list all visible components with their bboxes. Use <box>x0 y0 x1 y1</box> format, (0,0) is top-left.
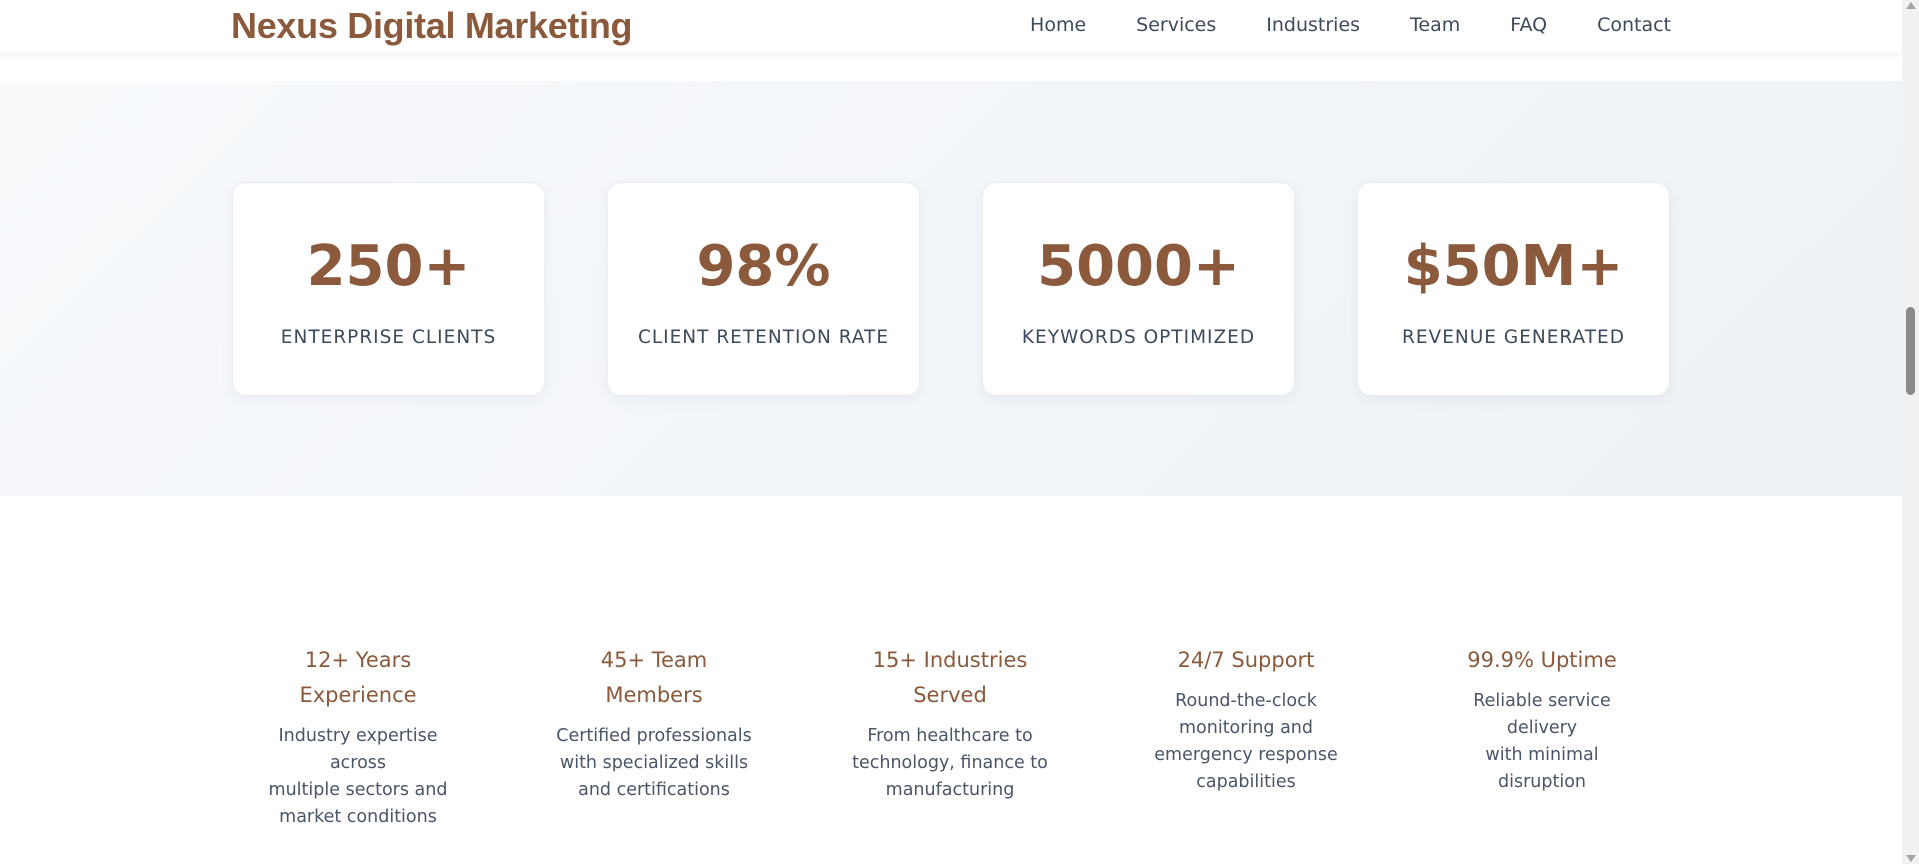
feature-title-line: Served <box>913 683 987 707</box>
feature-title: 45+ Team Members <box>554 643 754 713</box>
feature-desc-line: multiple sectors and <box>268 780 448 800</box>
nav-team[interactable]: Team <box>1410 14 1460 36</box>
feature-experience: 12+ Years Experience Industry expertise … <box>258 643 458 831</box>
feature-title: 99.9% Uptime <box>1442 643 1642 678</box>
feature-description: Round-the-clock monitoring and emergency… <box>1146 688 1346 796</box>
feature-desc-line: with specialized skills <box>559 753 749 773</box>
page: Nexus Digital Marketing Home Services In… <box>0 0 1902 864</box>
feature-description: Industry expertise across multiple secto… <box>258 723 458 831</box>
stats-section: 250+ ENTERPRISE CLIENTS 98% CLIENT RETEN… <box>0 81 1902 496</box>
feature-desc-line: with minimal disruption <box>1485 745 1599 792</box>
feature-support: 24/7 Support Round-the-clock monitoring … <box>1146 643 1346 796</box>
nav-faq[interactable]: FAQ <box>1510 14 1547 36</box>
brand-logo[interactable]: Nexus Digital Marketing <box>231 5 633 47</box>
stat-label: REVENUE GENERATED <box>1402 327 1625 348</box>
scroll-up-arrow-icon[interactable] <box>1906 2 1916 9</box>
scroll-down-arrow-icon[interactable] <box>1906 855 1916 862</box>
feature-desc-line: capabilities <box>1196 772 1296 792</box>
nav-home[interactable]: Home <box>1030 14 1086 36</box>
stat-card-keywords: 5000+ KEYWORDS OPTIMIZED <box>982 182 1295 396</box>
feature-title-line: 12+ Years <box>304 648 412 672</box>
feature-title-line: 24/7 Support <box>1177 648 1315 672</box>
feature-title-line: 45+ Team <box>600 648 708 672</box>
feature-title-line: Experience <box>299 683 417 707</box>
stat-label: CLIENT RETENTION RATE <box>637 327 890 348</box>
feature-title: 15+ Industries Served <box>850 643 1050 713</box>
stat-value: $50M+ <box>1403 234 1624 299</box>
nav-industries[interactable]: Industries <box>1266 14 1360 36</box>
scrollbar-thumb[interactable] <box>1906 307 1915 395</box>
feature-desc-line: monitoring and <box>1178 718 1314 738</box>
feature-desc-line: Certified professionals <box>556 726 752 746</box>
stat-value: 98% <box>696 234 831 299</box>
stat-value: 250+ <box>306 234 471 299</box>
feature-desc-line: Industry expertise across <box>278 726 438 773</box>
stat-label: ENTERPRISE CLIENTS <box>280 327 497 348</box>
feature-desc-line: emergency response <box>1154 745 1338 765</box>
site-header: Nexus Digital Marketing Home Services In… <box>0 0 1902 53</box>
feature-desc-line: Reliable service delivery <box>1473 691 1611 738</box>
feature-title: 24/7 Support <box>1146 643 1346 678</box>
main-nav: Home Services Industries Team FAQ Contac… <box>980 14 1671 36</box>
stat-value: 5000+ <box>1037 234 1240 299</box>
feature-title-line: Members <box>605 683 703 707</box>
stat-card-retention: 98% CLIENT RETENTION RATE <box>607 182 920 396</box>
feature-desc-line: technology, finance to <box>852 753 1048 773</box>
feature-title-line: 15+ Industries <box>872 648 1028 672</box>
feature-desc-line: market conditions <box>279 807 437 827</box>
feature-title-line: 99.9% Uptime <box>1467 648 1617 672</box>
feature-description: Certified professionals with specialized… <box>554 723 754 804</box>
feature-desc-line: and certifications <box>578 780 730 800</box>
feature-description: Reliable service delivery with minimal d… <box>1442 688 1642 796</box>
feature-title: 12+ Years Experience <box>258 643 458 713</box>
feature-uptime: 99.9% Uptime Reliable service delivery w… <box>1442 643 1642 796</box>
feature-team: 45+ Team Members Certified professionals… <box>554 643 754 804</box>
feature-desc-line: manufacturing <box>885 780 1015 800</box>
feature-description: From healthcare to technology, finance t… <box>850 723 1050 804</box>
feature-industries: 15+ Industries Served From healthcare to… <box>850 643 1050 804</box>
stat-label: KEYWORDS OPTIMIZED <box>1021 327 1256 348</box>
feature-desc-line: Round-the-clock <box>1175 691 1317 711</box>
vertical-scrollbar[interactable] <box>1902 0 1919 864</box>
nav-contact[interactable]: Contact <box>1597 14 1671 36</box>
feature-desc-line: From healthcare to <box>867 726 1033 746</box>
stat-card-clients: 250+ ENTERPRISE CLIENTS <box>232 182 545 396</box>
nav-services[interactable]: Services <box>1136 14 1216 36</box>
stat-card-revenue: $50M+ REVENUE GENERATED <box>1357 182 1670 396</box>
